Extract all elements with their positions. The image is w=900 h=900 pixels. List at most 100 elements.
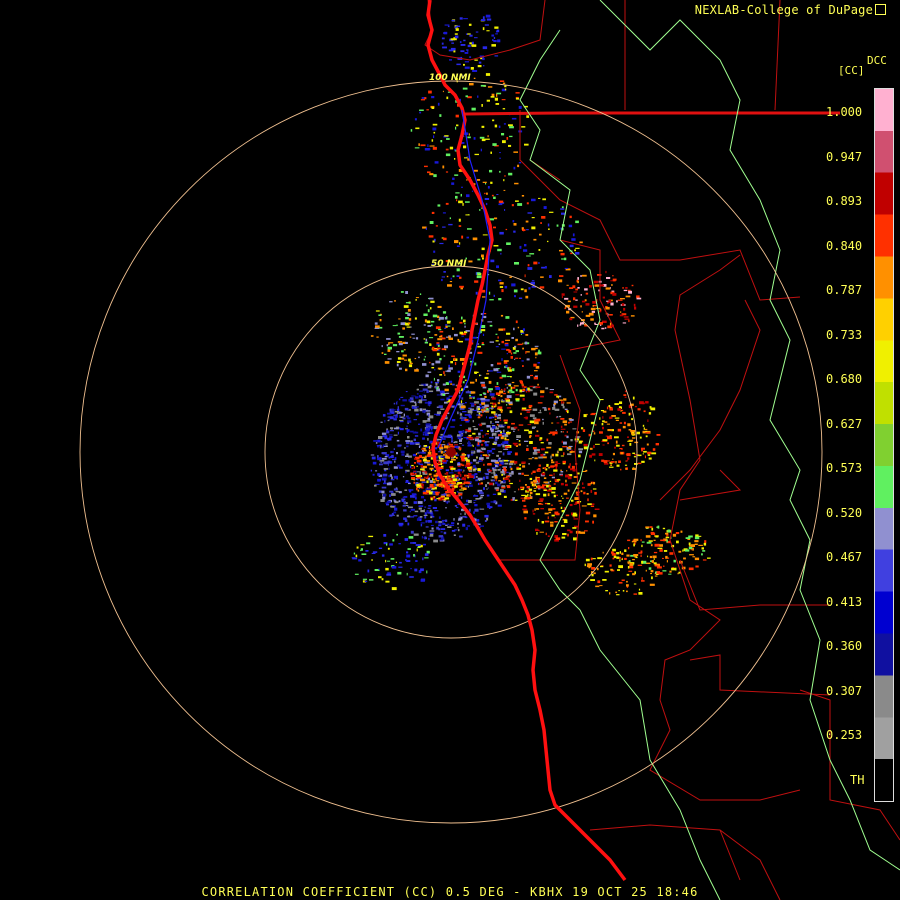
echo-pixel	[467, 136, 471, 139]
echo-pixel	[552, 508, 556, 510]
echo-pixel	[398, 398, 401, 401]
echo-pixel	[553, 402, 557, 405]
echo-pixel	[457, 479, 459, 481]
echo-pixel	[379, 446, 384, 448]
echo-pixel	[487, 430, 489, 432]
echo-pixel	[503, 123, 506, 125]
echo-pixel	[482, 57, 485, 61]
echo-pixel	[537, 518, 540, 522]
echo-pixel	[362, 578, 367, 580]
echo-pixel	[473, 137, 476, 140]
echo-pixel	[490, 259, 495, 263]
echo-pixel	[646, 443, 649, 446]
echo-pixel	[541, 216, 546, 219]
echo-pixel	[622, 411, 626, 414]
echo-pixel	[698, 544, 703, 546]
echo-pixel	[462, 381, 465, 384]
echo-pixel	[542, 467, 545, 469]
echo-pixel	[381, 554, 385, 557]
echo-pixel	[429, 307, 432, 310]
echo-pixel	[401, 500, 404, 502]
echo-pixel	[650, 531, 654, 535]
echo-pixel	[377, 473, 380, 476]
echo-pixel	[656, 526, 658, 528]
echo-pixel	[416, 548, 418, 552]
echo-pixel	[639, 436, 642, 439]
echo-pixel	[377, 445, 379, 448]
echo-pixel	[424, 445, 428, 447]
echo-pixel	[365, 550, 369, 552]
echo-pixel	[469, 358, 472, 360]
echo-pixel	[435, 456, 439, 459]
echo-pixel	[402, 504, 406, 507]
echo-pixel	[568, 224, 573, 228]
echo-pixel	[497, 492, 502, 496]
echo-pixel	[575, 299, 578, 301]
echo-pixel	[605, 590, 608, 592]
echo-pixel	[502, 424, 506, 426]
echo-pixel	[455, 195, 458, 199]
echo-pixel	[568, 465, 571, 469]
echo-pixel	[383, 475, 387, 477]
echo-pixel	[356, 546, 359, 549]
echo-pixel	[612, 458, 614, 460]
echo-pixel	[429, 490, 431, 492]
echo-pixel	[502, 469, 504, 472]
echo-pixel	[424, 148, 430, 151]
echo-pixel	[632, 559, 635, 561]
echo-pixel	[498, 279, 502, 282]
echo-pixel	[499, 282, 504, 285]
echo-pixel	[482, 386, 487, 389]
echo-pixel	[457, 482, 463, 484]
echo-pixel	[556, 494, 558, 496]
echo-pixel	[685, 537, 691, 539]
echo-pixel	[480, 525, 484, 527]
echo-pixel	[497, 248, 502, 252]
echo-pixel	[636, 431, 640, 435]
echo-pixel	[465, 527, 468, 531]
echo-pixel	[496, 93, 498, 97]
echo-pixel	[472, 445, 474, 447]
echo-pixel	[390, 558, 395, 560]
echo-pixel	[445, 153, 451, 157]
echo-pixel	[651, 527, 654, 531]
echo-pixel	[480, 482, 483, 484]
echo-pixel	[415, 493, 417, 496]
echo-pixel	[529, 494, 531, 497]
echo-pixel	[482, 435, 484, 438]
echo-pixel	[398, 466, 403, 469]
echo-pixel	[429, 343, 432, 346]
echo-pixel	[427, 325, 431, 327]
echo-pixel	[470, 405, 475, 407]
echo-pixel	[385, 559, 387, 563]
echo-pixel	[651, 452, 657, 455]
echo-pixel	[497, 336, 499, 339]
echo-pixel	[436, 387, 439, 390]
echo-pixel	[554, 464, 558, 467]
echo-pixel	[467, 33, 471, 35]
echo-pixel	[493, 471, 495, 473]
echo-pixel	[387, 412, 392, 415]
echo-pixel	[641, 447, 645, 450]
echo-pixel	[627, 436, 629, 438]
echo-pixel	[397, 444, 402, 447]
echo-pixel	[553, 473, 555, 476]
echo-pixel	[612, 275, 614, 277]
echo-pixel	[352, 557, 358, 560]
echo-pixel	[569, 530, 573, 534]
echo-pixel	[387, 346, 392, 350]
echo-pixel	[529, 477, 533, 480]
echo-pixel	[567, 533, 569, 537]
echo-pixel	[532, 408, 538, 411]
echo-pixel	[538, 262, 540, 264]
echo-pixel	[617, 299, 623, 301]
echo-pixel	[604, 570, 609, 573]
echo-pixel	[657, 547, 663, 549]
echo-pixel	[378, 490, 382, 493]
echo-pixel	[414, 118, 417, 121]
echo-pixel	[605, 306, 610, 310]
echo-pixel	[408, 358, 411, 362]
echo-pixel	[485, 14, 491, 18]
echo-pixel	[404, 538, 408, 541]
echo-pixel	[617, 408, 622, 411]
